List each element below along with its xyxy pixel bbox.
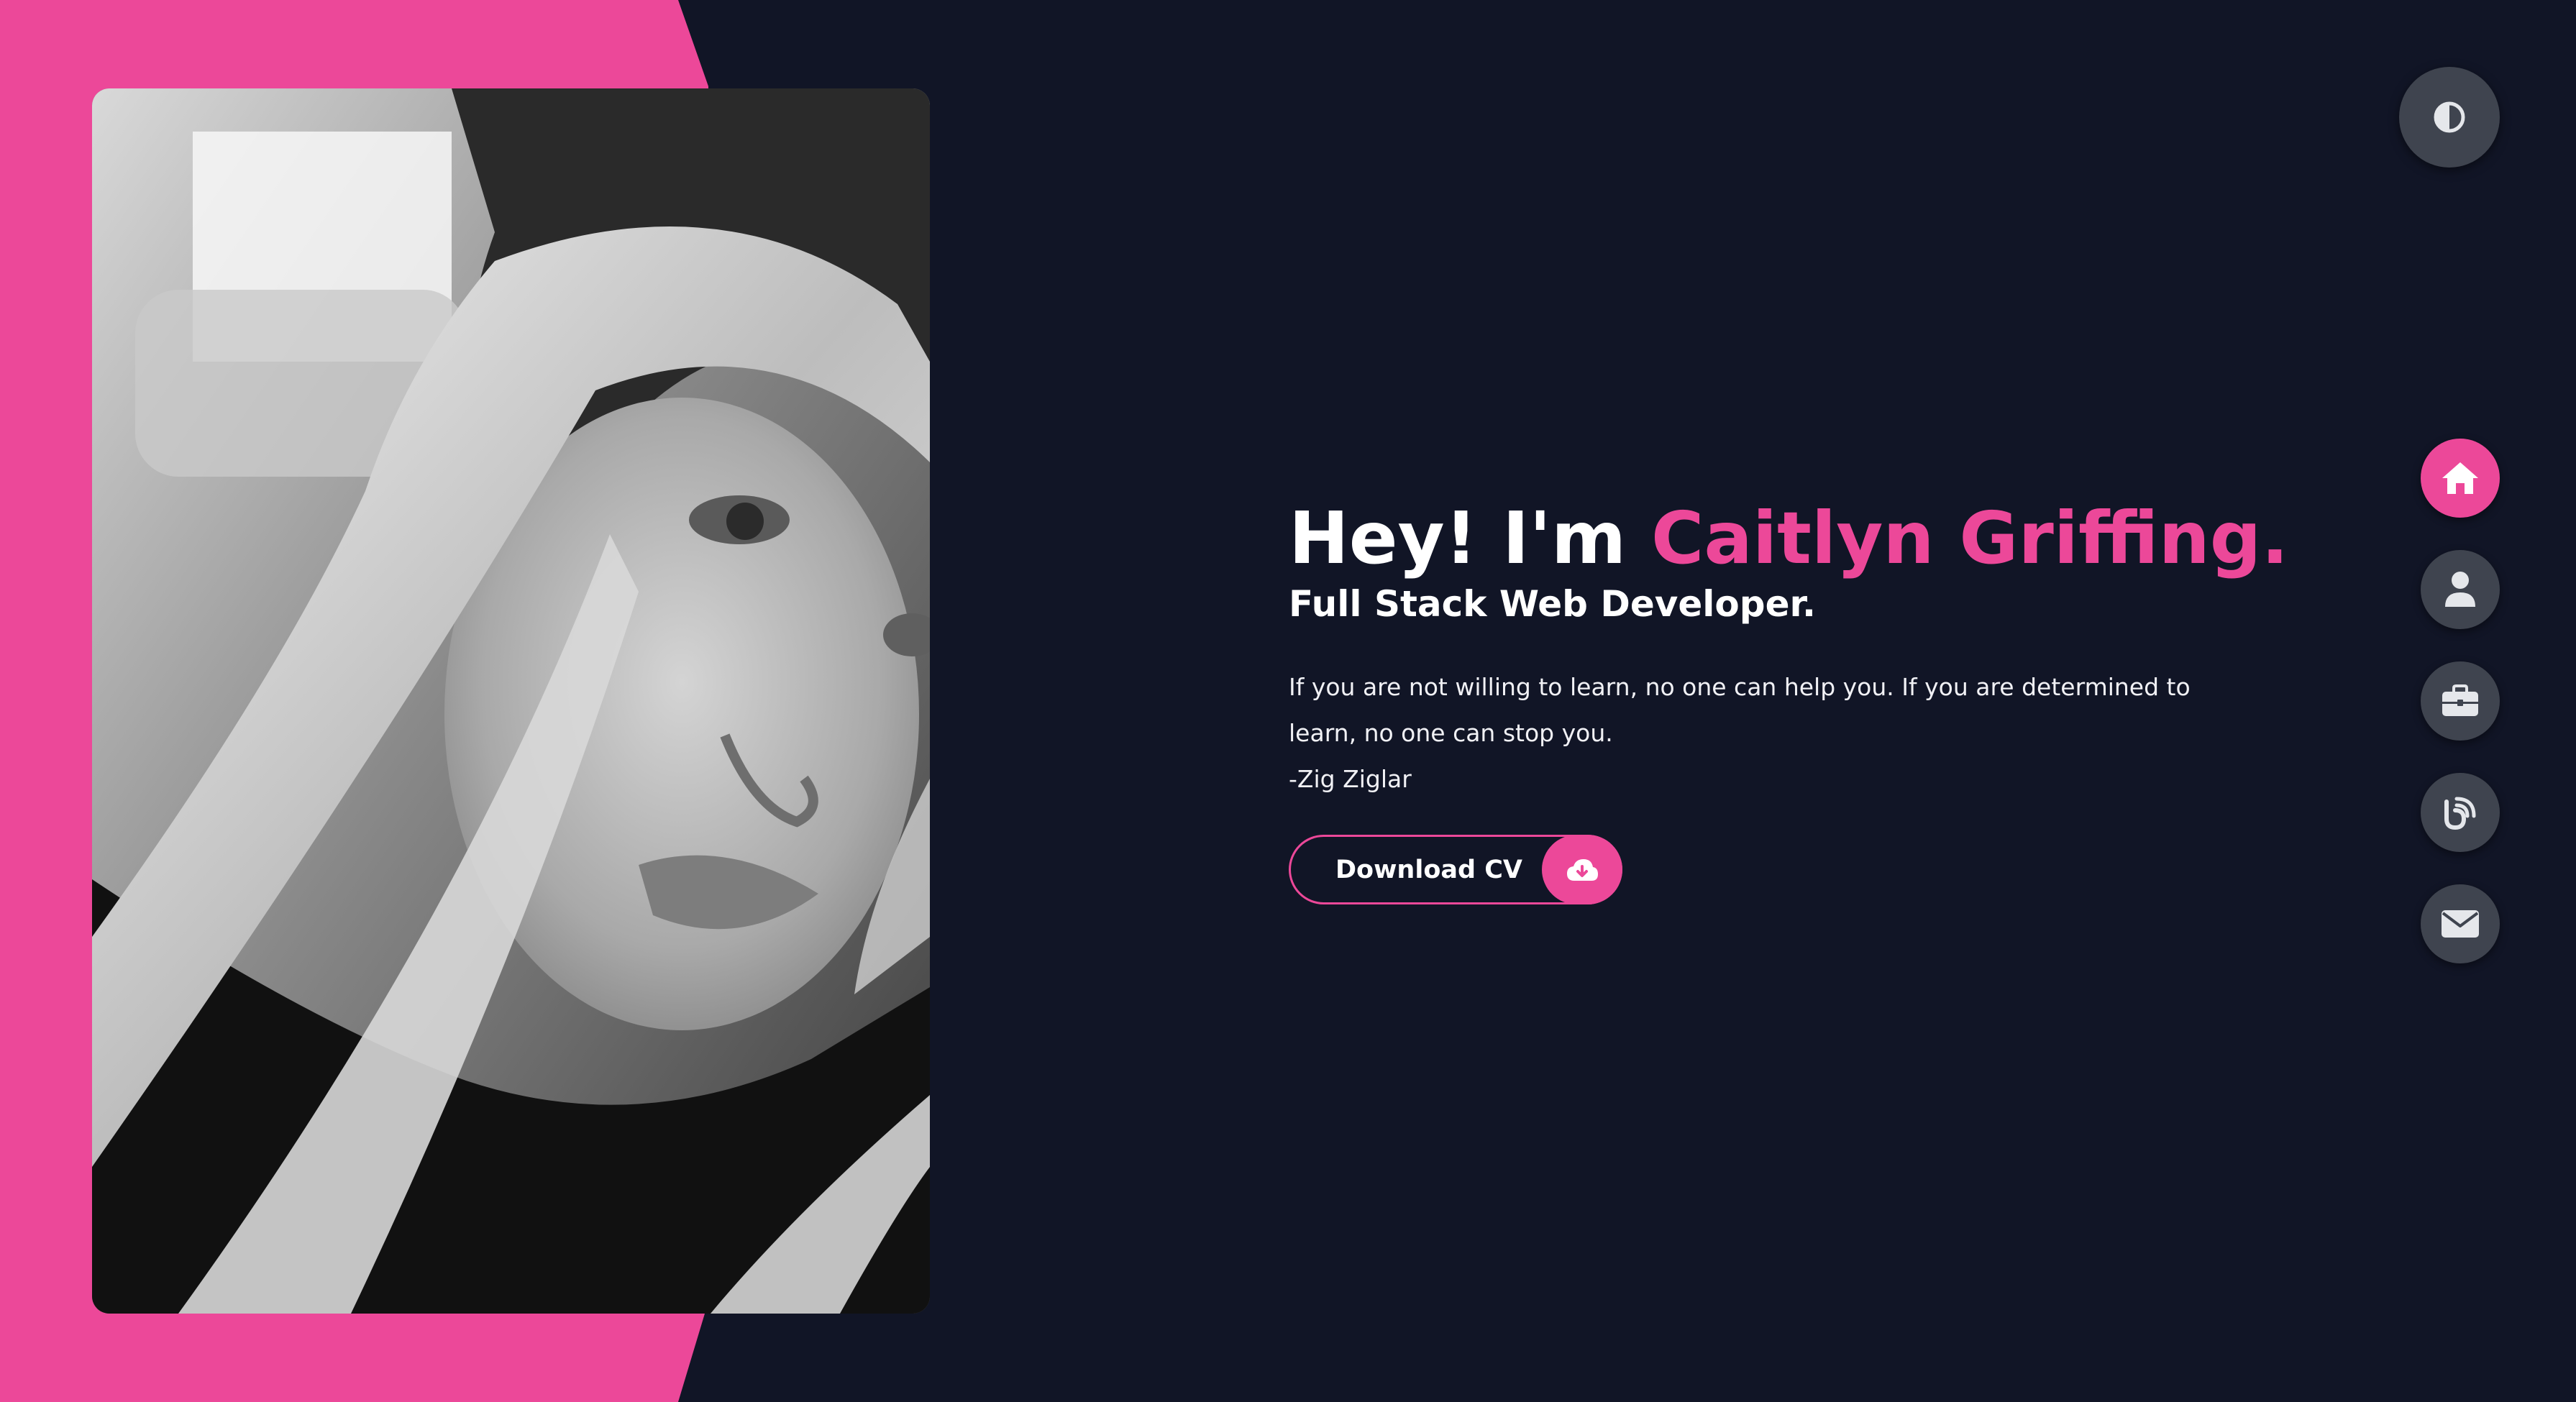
nav-portfolio-button[interactable] <box>2421 661 2500 741</box>
greeting-text: Hey! I'm <box>1289 496 1627 580</box>
hero-section: Hey! I'm Caitlyn Griffing. Full Stack We… <box>1289 496 2288 904</box>
nav-blog-button[interactable] <box>2421 773 2500 852</box>
name-highlight: Caitlyn Griffing. <box>1650 496 2289 580</box>
blog-icon <box>2444 797 2476 830</box>
user-icon <box>2445 572 2475 607</box>
side-navigation <box>2421 439 2500 996</box>
page-title: Hey! I'm Caitlyn Griffing. <box>1289 496 2288 581</box>
job-title: Full Stack Web Developer. <box>1289 583 1817 625</box>
quote-text: If you are not willing to learn, no one … <box>1289 673 2191 747</box>
nav-contact-button[interactable] <box>2421 884 2500 963</box>
cloud-download-icon <box>1542 835 1622 904</box>
download-cv-button[interactable]: Download CV <box>1289 835 1622 904</box>
envelope-icon <box>2442 910 2479 938</box>
half-circle-contrast-icon <box>2434 101 2465 133</box>
nav-home-button[interactable] <box>2421 439 2500 518</box>
briefcase-icon <box>2442 684 2478 716</box>
theme-toggle-button[interactable] <box>2399 67 2500 168</box>
download-cv-label: Download CV <box>1335 855 1523 884</box>
profile-photo <box>92 88 930 1314</box>
home-icon <box>2442 462 2478 494</box>
quote-author: -Zig Ziglar <box>1289 765 1412 793</box>
nav-about-button[interactable] <box>2421 550 2500 629</box>
